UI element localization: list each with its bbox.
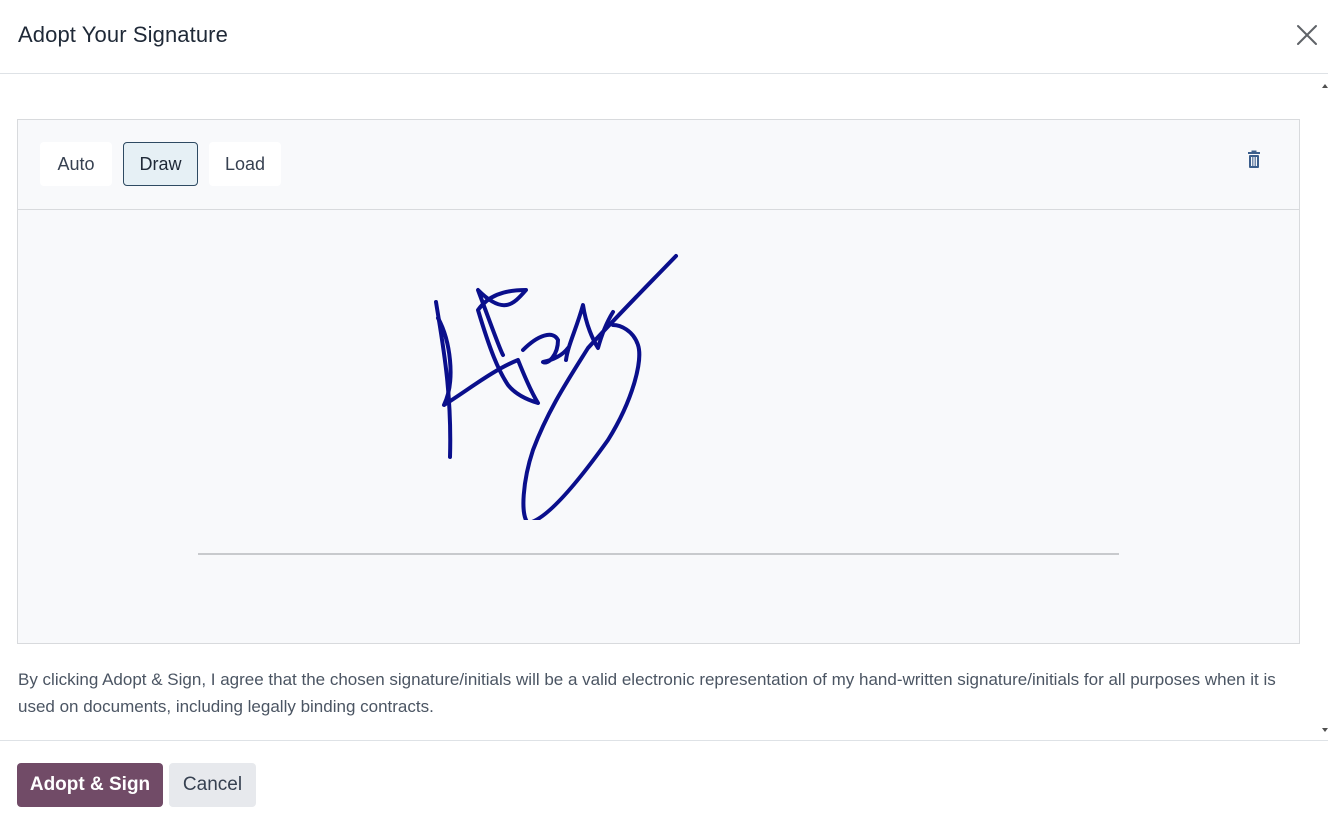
cancel-button[interactable]: Cancel (169, 763, 256, 807)
close-icon[interactable] (1294, 22, 1320, 48)
consent-text: By clicking Adopt & Sign, I agree that t… (18, 670, 1276, 716)
signature-baseline (198, 553, 1119, 555)
trash-icon[interactable] (1245, 150, 1263, 170)
mode-load-button[interactable]: Load (209, 142, 281, 186)
signature-panel: Auto Draw Load (17, 119, 1300, 644)
drawn-signature (434, 254, 678, 520)
adopt-and-sign-button[interactable]: Adopt & Sign (17, 763, 163, 807)
signature-toolbar: Auto Draw Load (18, 120, 1299, 210)
scroll-down-icon[interactable] (1322, 728, 1328, 732)
dialog-header: Adopt Your Signature (0, 0, 1328, 74)
dialog-footer: Adopt & Sign Cancel (0, 740, 1328, 826)
dialog-title: Adopt Your Signature (18, 22, 228, 47)
mode-auto-button[interactable]: Auto (40, 142, 112, 186)
signature-draw-canvas[interactable] (18, 210, 1299, 643)
mode-draw-button[interactable]: Draw (123, 142, 198, 186)
scrollbar[interactable] (1322, 84, 1328, 732)
scroll-up-icon[interactable] (1322, 84, 1328, 88)
adopt-signature-dialog: Adopt Your Signature Auto Draw Load By c… (0, 0, 1328, 826)
